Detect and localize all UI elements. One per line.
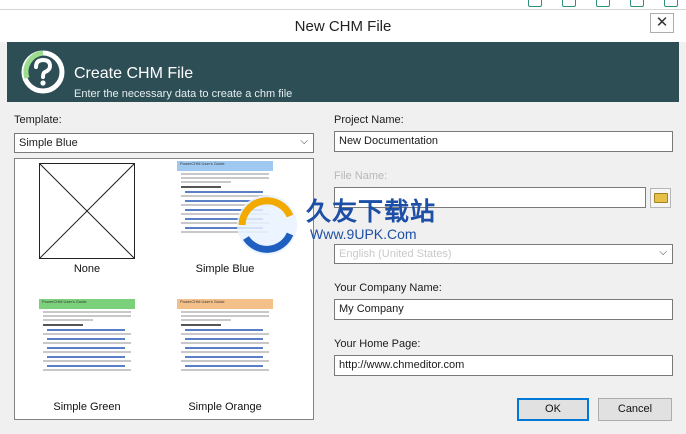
template-caption: Simple Green xyxy=(53,401,121,413)
preview-header: PowerCHM User's Guide xyxy=(177,299,273,309)
watermark-site: Www.9UPK.Com xyxy=(310,226,417,242)
chevron-down-icon: ⌵ xyxy=(659,247,667,258)
toolbar-icon[interactable] xyxy=(562,0,576,7)
close-icon: ✕ xyxy=(655,14,669,31)
chevron-down-icon: ⌵ xyxy=(300,136,308,147)
file-name-label: File Name: xyxy=(334,170,388,182)
template-thumb-simple-green[interactable]: PowerCHM User's Guide xyxy=(39,299,135,395)
template-thumb-none[interactable] xyxy=(39,163,135,259)
preview-header: PowerCHM User's Guide xyxy=(39,299,135,309)
toolbar-icon[interactable] xyxy=(630,0,644,7)
project-name-input[interactable]: New Documentation xyxy=(334,131,673,152)
dialog-title: New CHM File xyxy=(294,18,392,35)
help-question-icon xyxy=(21,50,65,94)
home-page-label: Your Home Page: xyxy=(334,338,421,350)
watermark: 久友下载站 Www.9UPK.Com xyxy=(206,188,456,266)
header-banner: Create CHM File Enter the necessary data… xyxy=(7,42,679,102)
ok-button[interactable]: OK xyxy=(517,398,589,421)
toolbar-icon[interactable] xyxy=(528,0,542,7)
empty-template-icon xyxy=(39,163,135,259)
template-caption: None xyxy=(73,263,101,275)
cancel-button[interactable]: Cancel xyxy=(598,398,672,421)
watermark-brand: 久友下载站 xyxy=(306,197,437,226)
toolbar-icon[interactable] xyxy=(664,0,678,7)
top-strip xyxy=(0,0,686,10)
template-label: Template: xyxy=(14,114,62,126)
template-caption: Simple Orange xyxy=(188,401,262,413)
preview-header: PowerCHM User's Guide xyxy=(177,161,273,171)
browse-folder-button[interactable] xyxy=(650,188,671,208)
home-page-input[interactable]: http://www.chmeditor.com xyxy=(334,355,673,376)
toolbar-icon[interactable] xyxy=(596,0,610,7)
watermark-logo-icon xyxy=(237,195,297,255)
company-name-label: Your Company Name: xyxy=(334,282,442,294)
template-select-value: Simple Blue xyxy=(19,137,78,149)
banner-title: Create CHM File xyxy=(74,65,194,82)
template-select[interactable]: Simple Blue ⌵ xyxy=(14,133,314,153)
company-name-input[interactable]: My Company xyxy=(334,299,673,320)
project-name-label: Project Name: xyxy=(334,114,404,126)
folder-icon xyxy=(654,193,668,203)
dialog-titlebar: New CHM File ✕ xyxy=(0,10,686,42)
banner-subtitle: Enter the necessary data to create a chm… xyxy=(74,88,293,100)
close-button[interactable]: ✕ xyxy=(650,13,674,33)
template-thumb-simple-orange[interactable]: PowerCHM User's Guide xyxy=(177,299,273,395)
